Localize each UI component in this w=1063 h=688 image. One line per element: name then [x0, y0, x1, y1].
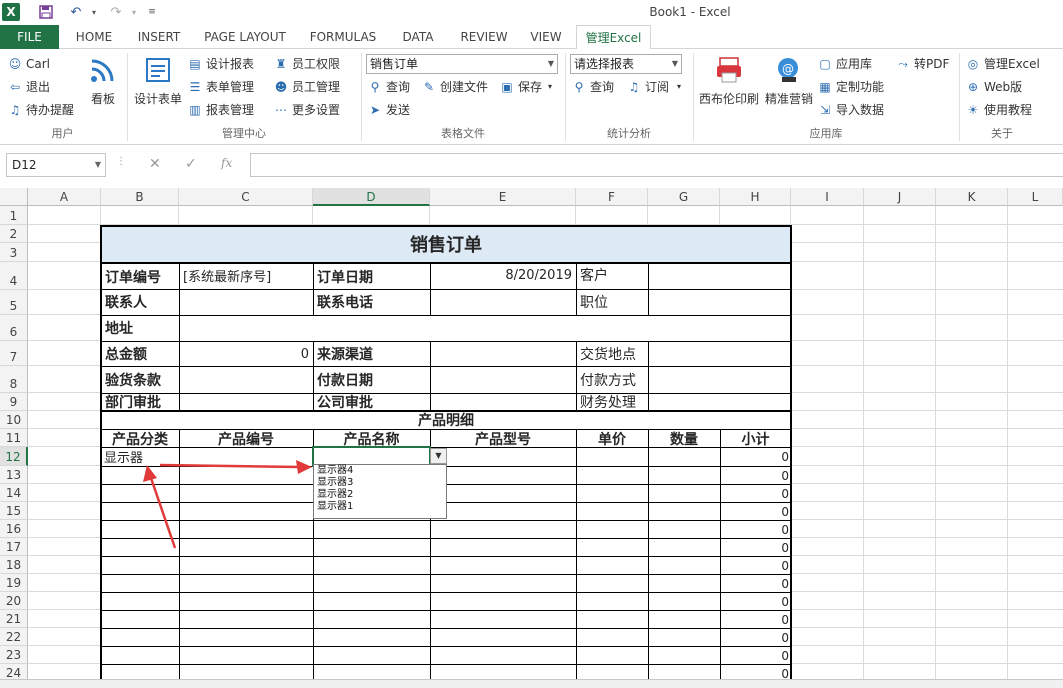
annotation-arrows: [143, 460, 312, 549]
excel-window: X ↶ ▾ ↷ ▾ ≡ Book1 - Excel FILE HOME INSE…: [0, 0, 1063, 688]
sheet-tab-strip: [0, 679, 1063, 688]
